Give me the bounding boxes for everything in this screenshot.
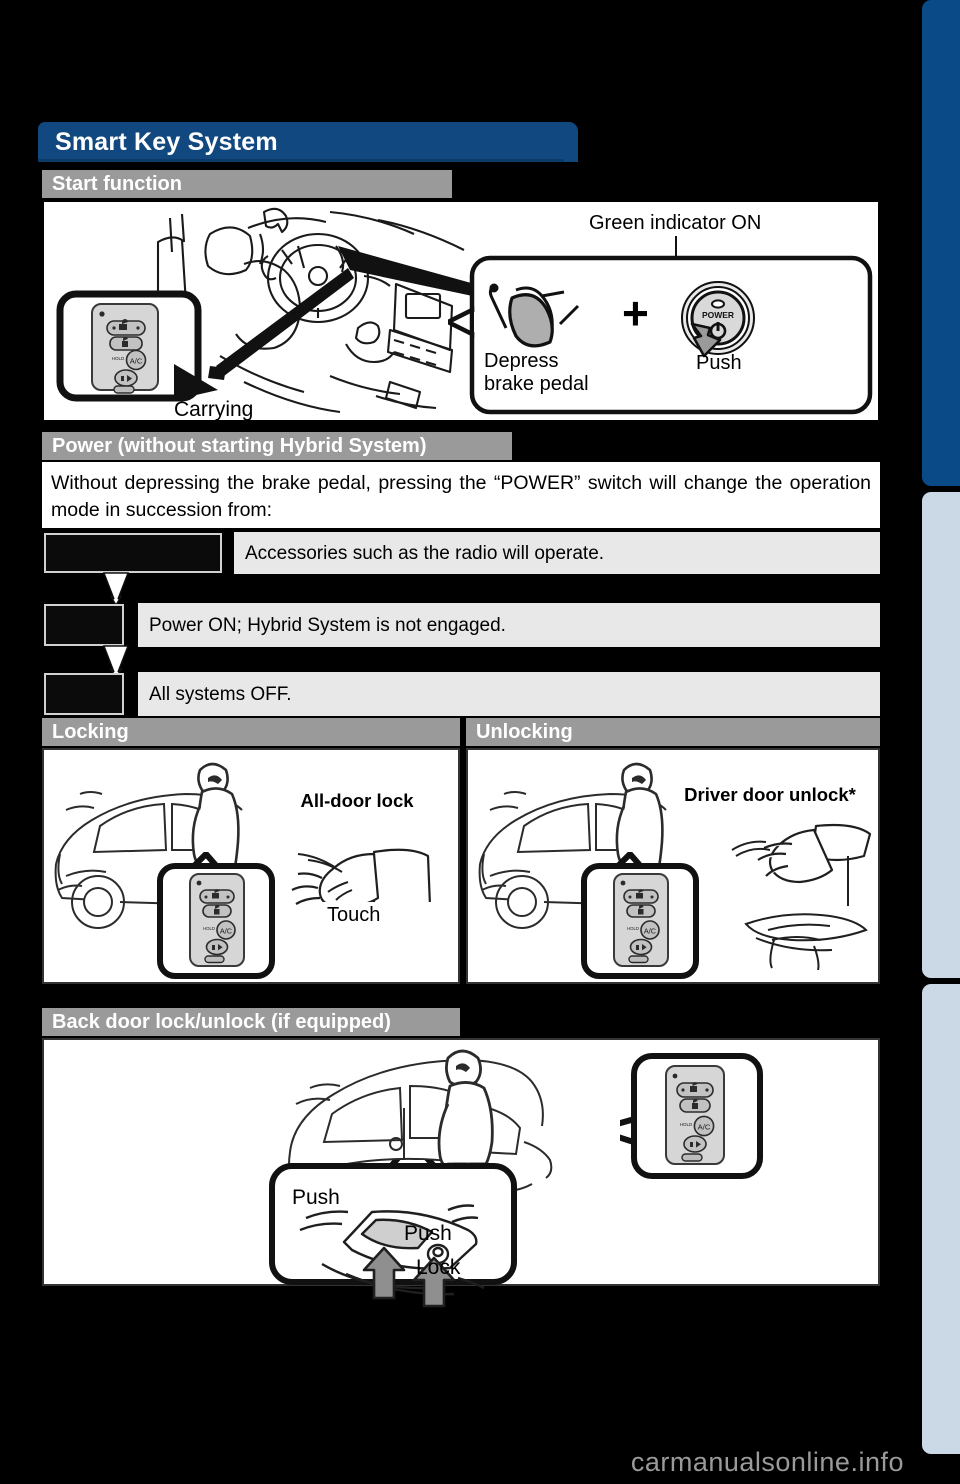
unlocking-panel: A/C HOLD Driver door unlock* xyxy=(466,748,880,984)
manual-page: Smart Key System Start function A/C HOLD… xyxy=(0,0,960,1484)
mode-box-accessory: ACCESSORY xyxy=(44,533,222,573)
side-tab-second[interactable] xyxy=(922,492,960,978)
svg-text:A/C: A/C xyxy=(130,357,143,366)
driver-door-handle-grip-illustration xyxy=(731,823,872,970)
mode-desc-on-text: Power ON; Hybrid System is not engaged. xyxy=(149,614,506,636)
section-heading-power-label: Power (without starting Hybrid System) xyxy=(52,435,427,457)
all-door-lock-caption: All-door lock xyxy=(282,788,432,814)
section-heading-power: Power (without starting Hybrid System) xyxy=(42,432,512,460)
locking-panel: A/C HOLD All-door lock Touch xyxy=(42,748,460,984)
section-heading-unlocking-label: Unlocking xyxy=(476,721,573,743)
mode-box-off: OFF xyxy=(44,673,124,715)
side-tab-third[interactable] xyxy=(922,984,960,1454)
svg-text:HOLD: HOLD xyxy=(112,356,125,361)
section-heading-back-door: Back door lock/unlock (if equipped) xyxy=(42,1008,460,1036)
mode-box-on: ON xyxy=(44,604,124,646)
page-title: Smart Key System xyxy=(38,122,578,162)
page-content: Smart Key System Start function A/C HOLD… xyxy=(38,0,890,1484)
section-heading-start-function-label: Start function xyxy=(52,173,182,195)
mode-desc-accessory: Accessories such as the radio will opera… xyxy=(234,532,880,574)
section-heading-back-door-label: Back door lock/unlock (if equipped) xyxy=(52,1011,391,1033)
plus-icon: + xyxy=(622,287,649,339)
section-heading-locking: Locking xyxy=(42,718,460,746)
depress-line1: Depress xyxy=(484,350,559,372)
back-door-lock-label: Lock xyxy=(416,1256,461,1279)
start-function-panel: A/C HOLD Carrying Green indicator ON Dep… xyxy=(42,200,880,422)
mode-label-off: OFF xyxy=(67,684,101,703)
power-intro-paragraph: Without depressing the brake pedal, pres… xyxy=(42,462,880,528)
start-callout-connector xyxy=(208,246,482,380)
driver-door-unlock-caption: Driver door unlock* xyxy=(672,782,868,808)
mode-arrow-1 xyxy=(102,572,130,607)
side-tab-active[interactable] xyxy=(922,0,960,486)
back-door-push-label-1: Push xyxy=(292,1186,340,1209)
svg-text:HOLD: HOLD xyxy=(203,926,215,931)
back-door-panel: A/C HOLD Push Push Lock xyxy=(42,1038,880,1308)
svg-text:HOLD: HOLD xyxy=(680,1122,693,1127)
mode-label-accessory: ACCESSORY xyxy=(79,543,187,562)
svg-text:A/C: A/C xyxy=(698,1123,711,1132)
svg-text:A/C: A/C xyxy=(644,926,656,935)
svg-text:POWER: POWER xyxy=(702,310,734,320)
mode-desc-off-text: All systems OFF. xyxy=(149,683,292,705)
svg-text:A/C: A/C xyxy=(220,926,232,935)
touch-caption: Touch xyxy=(320,902,432,929)
push-label-start: Push xyxy=(696,352,742,374)
power-intro-text: Without depressing the brake pedal, pres… xyxy=(51,472,871,521)
depress-line2: brake pedal xyxy=(484,373,589,395)
back-door-push-label-2: Push xyxy=(404,1222,452,1245)
back-door-key-callout: A/C HOLD xyxy=(620,1048,780,1188)
brake-pedal-icon xyxy=(488,283,580,348)
side-tab-rail xyxy=(890,0,960,1484)
section-heading-unlocking: Unlocking xyxy=(466,718,880,746)
page-title-text: Smart Key System xyxy=(55,128,278,156)
watermark: carmanualsonline.info xyxy=(630,1447,904,1477)
mode-label-on: ON xyxy=(71,615,97,634)
svg-text:HOLD: HOLD xyxy=(627,926,639,931)
section-heading-start-function: Start function xyxy=(42,170,452,198)
section-heading-locking-label: Locking xyxy=(52,721,129,743)
mode-desc-off: All systems OFF. xyxy=(138,672,880,716)
green-indicator-label: Green indicator ON xyxy=(589,212,762,234)
depress-brake-pedal-label: Depress brake pedal xyxy=(484,350,589,396)
mode-desc-on: Power ON; Hybrid System is not engaged. xyxy=(138,603,880,647)
mode-desc-accessory-text: Accessories such as the radio will opera… xyxy=(245,542,605,564)
title-bar-edge xyxy=(564,122,578,162)
